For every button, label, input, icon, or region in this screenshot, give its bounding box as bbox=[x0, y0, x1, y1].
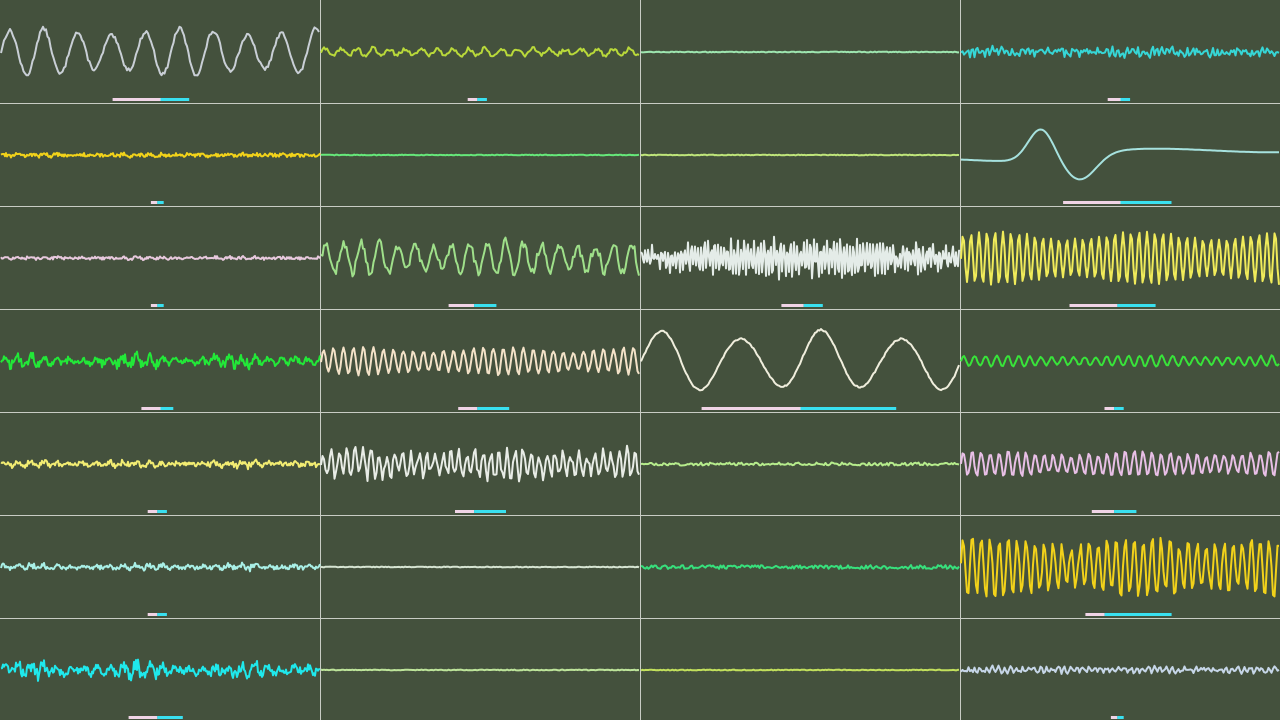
level-meter-right bbox=[1104, 613, 1172, 616]
waveform-trace bbox=[960, 354, 1280, 368]
waveform-trace bbox=[0, 25, 320, 77]
level-meter-left bbox=[1085, 613, 1105, 616]
waveform-trace bbox=[640, 564, 960, 570]
level-meter-left bbox=[448, 304, 475, 307]
waveform-trace bbox=[960, 450, 1280, 477]
level-meter-right bbox=[160, 407, 174, 410]
level-meter-right bbox=[157, 510, 167, 513]
level-meter-right bbox=[160, 98, 190, 101]
waveform-trace bbox=[0, 658, 321, 682]
level-meter-right bbox=[157, 613, 167, 616]
level-meter-right bbox=[157, 716, 183, 719]
level-meter-left bbox=[455, 510, 475, 513]
level-meter-right bbox=[474, 304, 497, 307]
waveform-trace bbox=[960, 536, 1280, 598]
oscilloscope-grid bbox=[0, 0, 1280, 720]
level-meter-left bbox=[1107, 98, 1121, 101]
level-meter-right bbox=[477, 407, 510, 410]
level-meter-left bbox=[147, 613, 158, 616]
level-meter-left bbox=[128, 716, 158, 719]
waveform-trace bbox=[960, 664, 1280, 675]
waveform-trace bbox=[640, 50, 959, 54]
level-meter-right bbox=[1114, 407, 1124, 410]
level-meter-right bbox=[157, 304, 164, 307]
waveform-trace bbox=[640, 153, 960, 157]
level-meter-left bbox=[1104, 407, 1115, 410]
level-meter-left bbox=[458, 407, 478, 410]
level-meter-right bbox=[474, 510, 506, 513]
level-meter-right bbox=[1120, 98, 1131, 101]
waveform-trace bbox=[320, 153, 640, 157]
level-meter-right bbox=[1114, 510, 1137, 513]
level-meter-left bbox=[701, 407, 801, 410]
waveform-trace bbox=[640, 668, 960, 672]
level-meter-left bbox=[467, 98, 478, 101]
waveform-trace bbox=[0, 350, 321, 371]
level-meter-left bbox=[147, 510, 158, 513]
level-meter-left bbox=[1069, 304, 1118, 307]
waveform-trace bbox=[640, 235, 961, 281]
waveform-trace bbox=[0, 561, 321, 573]
level-meter-left bbox=[1091, 510, 1115, 513]
waveform-trace bbox=[320, 668, 640, 672]
waveform-trace bbox=[960, 44, 1280, 59]
level-meter-left bbox=[1110, 716, 1118, 719]
waveform-trace bbox=[320, 45, 640, 58]
level-meter-left bbox=[150, 201, 158, 204]
waveform-trace bbox=[0, 255, 321, 262]
waveform-trace bbox=[320, 236, 640, 278]
waveform-trace bbox=[320, 565, 640, 569]
level-meter-left bbox=[141, 407, 161, 410]
level-meter-right bbox=[800, 407, 897, 410]
level-meter-left bbox=[112, 98, 161, 101]
waveform-trace bbox=[640, 328, 960, 392]
level-meter-right bbox=[1120, 201, 1172, 204]
level-meter-left bbox=[781, 304, 804, 307]
level-meter-left bbox=[1063, 201, 1121, 204]
waveform-trace bbox=[961, 128, 1279, 181]
waveform-trace bbox=[320, 346, 640, 377]
waveform-trace bbox=[0, 151, 321, 159]
waveform-trace bbox=[640, 461, 960, 467]
level-meter-right bbox=[1117, 304, 1156, 307]
waveform-trace bbox=[960, 230, 1280, 286]
level-meter-right bbox=[1117, 716, 1124, 719]
level-meter-right bbox=[157, 201, 164, 204]
level-meter-left bbox=[150, 304, 158, 307]
waveform-trace bbox=[0, 458, 321, 471]
level-meter-right bbox=[803, 304, 823, 307]
level-meter-right bbox=[477, 98, 487, 101]
waveform-trace bbox=[320, 444, 640, 483]
